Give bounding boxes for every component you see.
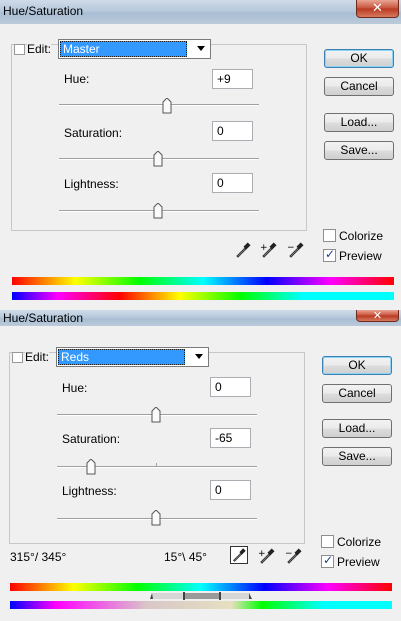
edit-label: Edit: bbox=[25, 350, 50, 364]
eyedropper-minus-icon[interactable]: − bbox=[285, 547, 303, 565]
hue-saturation-dialog-master: Hue/Saturation ✕ Edit: Master Hue: +9 Sa… bbox=[0, 0, 401, 310]
preview-checkbox[interactable] bbox=[321, 553, 334, 568]
title-bar[interactable]: Hue/Saturation bbox=[0, 310, 401, 326]
hue-input[interactable]: 0 bbox=[210, 377, 251, 397]
close-icon: ✕ bbox=[372, 309, 383, 322]
edit-channel-value: Master bbox=[60, 41, 187, 57]
edit-label: Edit: bbox=[27, 42, 52, 56]
svg-text:−: − bbox=[285, 549, 293, 559]
eyedropper-icon[interactable] bbox=[230, 546, 248, 564]
colorize-checkbox[interactable] bbox=[323, 229, 336, 242]
hue-range-selector[interactable] bbox=[140, 591, 260, 601]
chevron-down-icon bbox=[195, 354, 203, 359]
hue-saturation-dialog-reds: Hue/Saturation ✕ Edit: Reds Hue: 0 Satur… bbox=[0, 310, 401, 621]
slider-thumb-icon[interactable] bbox=[162, 98, 172, 114]
ok-button[interactable]: OK bbox=[322, 356, 392, 375]
close-button[interactable]: ✕ bbox=[356, 0, 399, 18]
colorize-label: Colorize bbox=[339, 229, 384, 243]
input-hue-bar bbox=[12, 277, 394, 285]
preview-label: Preview bbox=[339, 249, 382, 263]
hue-label: Hue: bbox=[64, 72, 90, 86]
edit-channel-value: Reds bbox=[58, 349, 185, 365]
colorize-checkbox[interactable] bbox=[321, 535, 334, 548]
range-right-readout: 15°\ 45° bbox=[164, 550, 207, 564]
lightness-input[interactable]: 0 bbox=[210, 480, 251, 500]
slider-center-tick bbox=[156, 463, 157, 466]
slider-thumb-icon[interactable] bbox=[86, 459, 96, 475]
edit-group-checkbox bbox=[12, 352, 23, 363]
input-hue-bar bbox=[10, 583, 392, 591]
preview-label: Preview bbox=[337, 555, 380, 569]
eyedropper-icon[interactable] bbox=[234, 241, 252, 259]
eyedropper-minus-icon[interactable]: − bbox=[287, 241, 305, 259]
save-button[interactable]: Save... bbox=[322, 447, 392, 466]
lightness-input[interactable]: 0 bbox=[212, 173, 253, 193]
hue-label: Hue: bbox=[62, 381, 88, 395]
hue-input[interactable]: +9 bbox=[212, 69, 253, 89]
close-button[interactable]: ✕ bbox=[356, 310, 399, 322]
ok-button[interactable]: OK bbox=[324, 49, 394, 68]
save-button[interactable]: Save... bbox=[324, 141, 394, 160]
cancel-button[interactable]: Cancel bbox=[322, 384, 392, 403]
svg-text:+: + bbox=[260, 243, 268, 253]
lightness-label: Lightness: bbox=[64, 177, 119, 191]
saturation-label: Saturation: bbox=[64, 126, 123, 140]
svg-text:−: − bbox=[287, 243, 295, 253]
edit-group-checkbox bbox=[14, 44, 25, 55]
load-button[interactable]: Load... bbox=[324, 113, 394, 132]
saturation-label: Saturation: bbox=[62, 432, 121, 446]
svg-text:+: + bbox=[258, 549, 266, 559]
chevron-down-icon bbox=[197, 46, 205, 51]
output-hue-bar bbox=[10, 601, 392, 609]
edit-channel-select[interactable]: Master bbox=[58, 39, 211, 59]
saturation-input[interactable]: 0 bbox=[212, 121, 253, 141]
slider-thumb-icon[interactable] bbox=[153, 151, 163, 167]
slider-thumb-icon[interactable] bbox=[153, 203, 163, 219]
window-title: Hue/Saturation bbox=[3, 311, 84, 325]
colorize-label: Colorize bbox=[337, 535, 382, 549]
title-bar[interactable]: Hue/Saturation bbox=[0, 0, 401, 24]
edit-channel-select[interactable]: Reds bbox=[56, 347, 209, 367]
cancel-button[interactable]: Cancel bbox=[324, 77, 394, 96]
lightness-label: Lightness: bbox=[62, 484, 117, 498]
eyedropper-plus-icon[interactable]: + bbox=[260, 241, 278, 259]
saturation-input[interactable]: -65 bbox=[210, 428, 251, 448]
load-button[interactable]: Load... bbox=[322, 419, 392, 438]
close-icon: ✕ bbox=[372, 1, 383, 16]
preview-checkbox[interactable] bbox=[323, 247, 336, 262]
hue-slider-track[interactable] bbox=[59, 104, 259, 106]
window-title: Hue/Saturation bbox=[3, 4, 84, 18]
slider-thumb-icon[interactable] bbox=[151, 510, 161, 526]
eyedropper-plus-icon[interactable]: + bbox=[258, 547, 276, 565]
range-left-readout: 315°/ 345° bbox=[10, 550, 67, 564]
output-hue-bar bbox=[12, 292, 394, 300]
slider-thumb-icon[interactable] bbox=[151, 407, 161, 423]
